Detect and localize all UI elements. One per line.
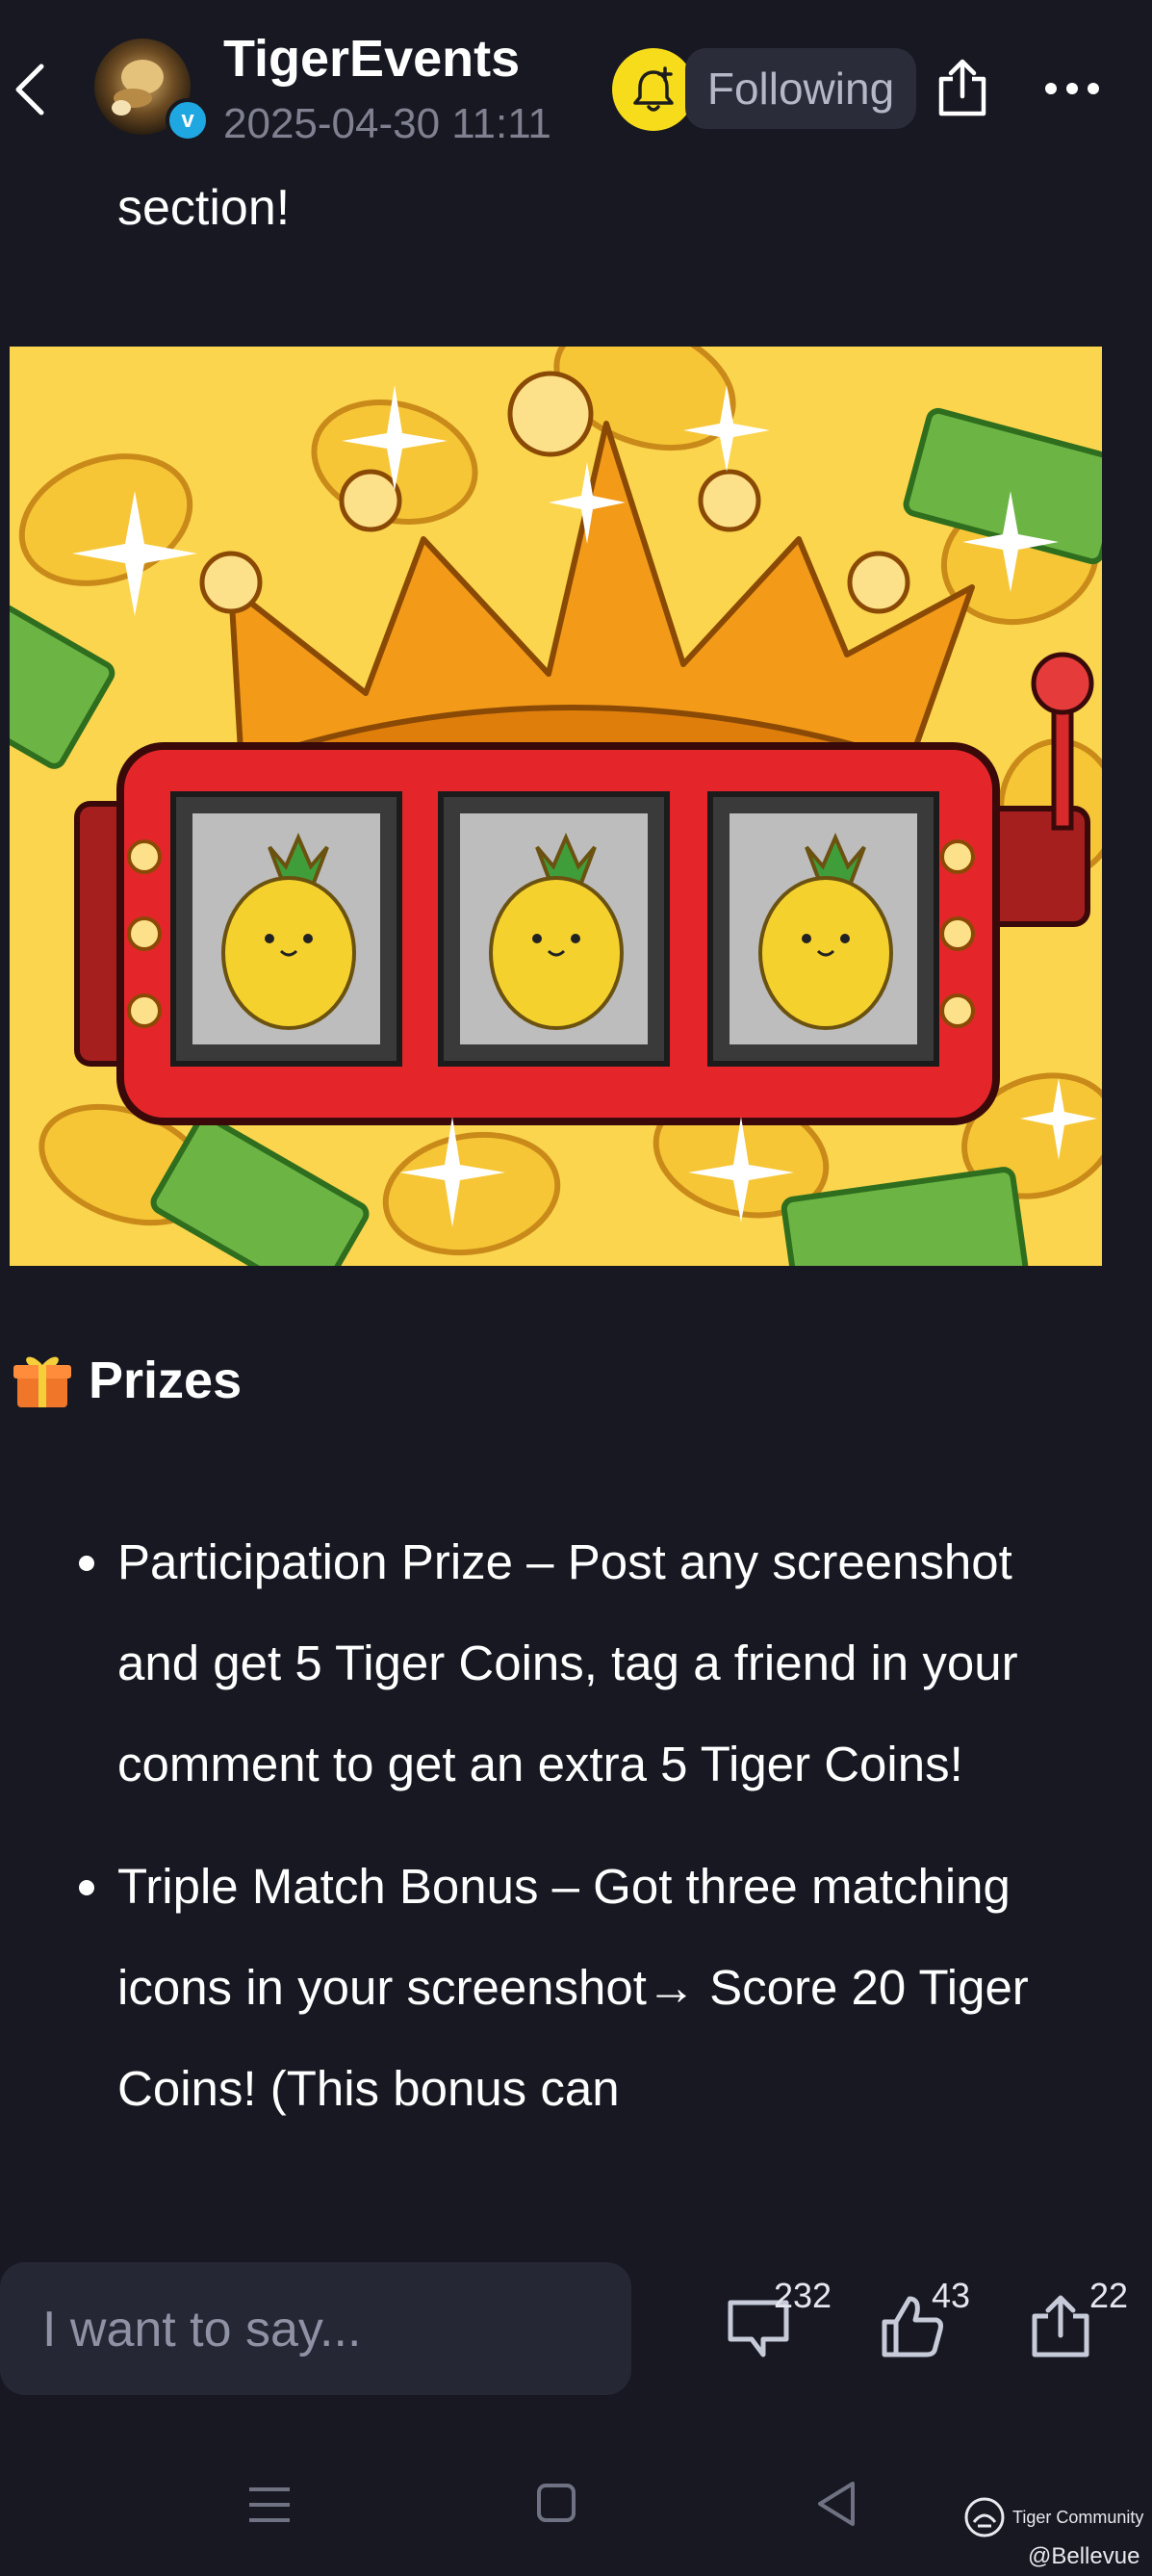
home-nav-button[interactable] xyxy=(535,2482,577,2524)
watermark-handle: @Bellevue xyxy=(1028,2543,1140,2569)
watermark: Tiger Community @Bellevue xyxy=(962,2495,1143,2570)
prizes-list: Participation Prize – Post any screensho… xyxy=(67,1511,1107,2160)
dot-icon xyxy=(1088,83,1099,94)
post-text-fragment: section! xyxy=(117,180,291,236)
prizes-heading: Prizes xyxy=(12,1350,242,1411)
dot-icon xyxy=(1066,83,1078,94)
repost-button[interactable] xyxy=(1022,2283,1099,2370)
triangle-back-icon xyxy=(818,2482,855,2526)
watermark-brand: Tiger Community xyxy=(1012,2507,1144,2527)
menu-icon xyxy=(249,2487,290,2522)
share-icon xyxy=(938,59,986,116)
more-options-button[interactable] xyxy=(1034,60,1111,117)
shares-count: 22 xyxy=(1089,2276,1129,2315)
list-item: Triple Match Bonus – Got three matching … xyxy=(67,1836,1107,2139)
verified-badge: v xyxy=(166,98,210,142)
comments-count: 232 xyxy=(774,2276,832,2315)
post-header: v TigerEvents 2025-04-30 11:11 Following xyxy=(0,0,1152,183)
chevron-left-icon xyxy=(15,64,44,116)
likes-count: 43 xyxy=(932,2276,971,2315)
comment-input-placeholder: I want to say... xyxy=(42,2302,362,2357)
dot-icon xyxy=(1045,83,1057,94)
slot-machine-illustration xyxy=(0,319,1128,1307)
share-icon xyxy=(1032,2295,1089,2357)
tiger-logo-icon xyxy=(964,2497,1005,2537)
list-item: Participation Prize – Post any screensho… xyxy=(67,1511,1107,1815)
back-button[interactable] xyxy=(6,56,54,123)
menu-nav-button[interactable] xyxy=(245,2484,294,2526)
author-name[interactable]: TigerEvents xyxy=(223,29,520,89)
bell-plus-icon xyxy=(633,66,674,112)
following-button[interactable]: Following xyxy=(685,48,916,129)
back-nav-button[interactable] xyxy=(814,2480,858,2528)
post-image[interactable] xyxy=(0,319,1128,1307)
notification-bell-button[interactable] xyxy=(612,48,695,131)
home-square-icon xyxy=(537,2484,576,2522)
post-date: 2025-04-30 11:11 xyxy=(223,100,551,147)
share-button[interactable] xyxy=(926,50,999,127)
gift-icon xyxy=(13,1356,71,1407)
prizes-title: Prizes xyxy=(89,1352,243,1409)
